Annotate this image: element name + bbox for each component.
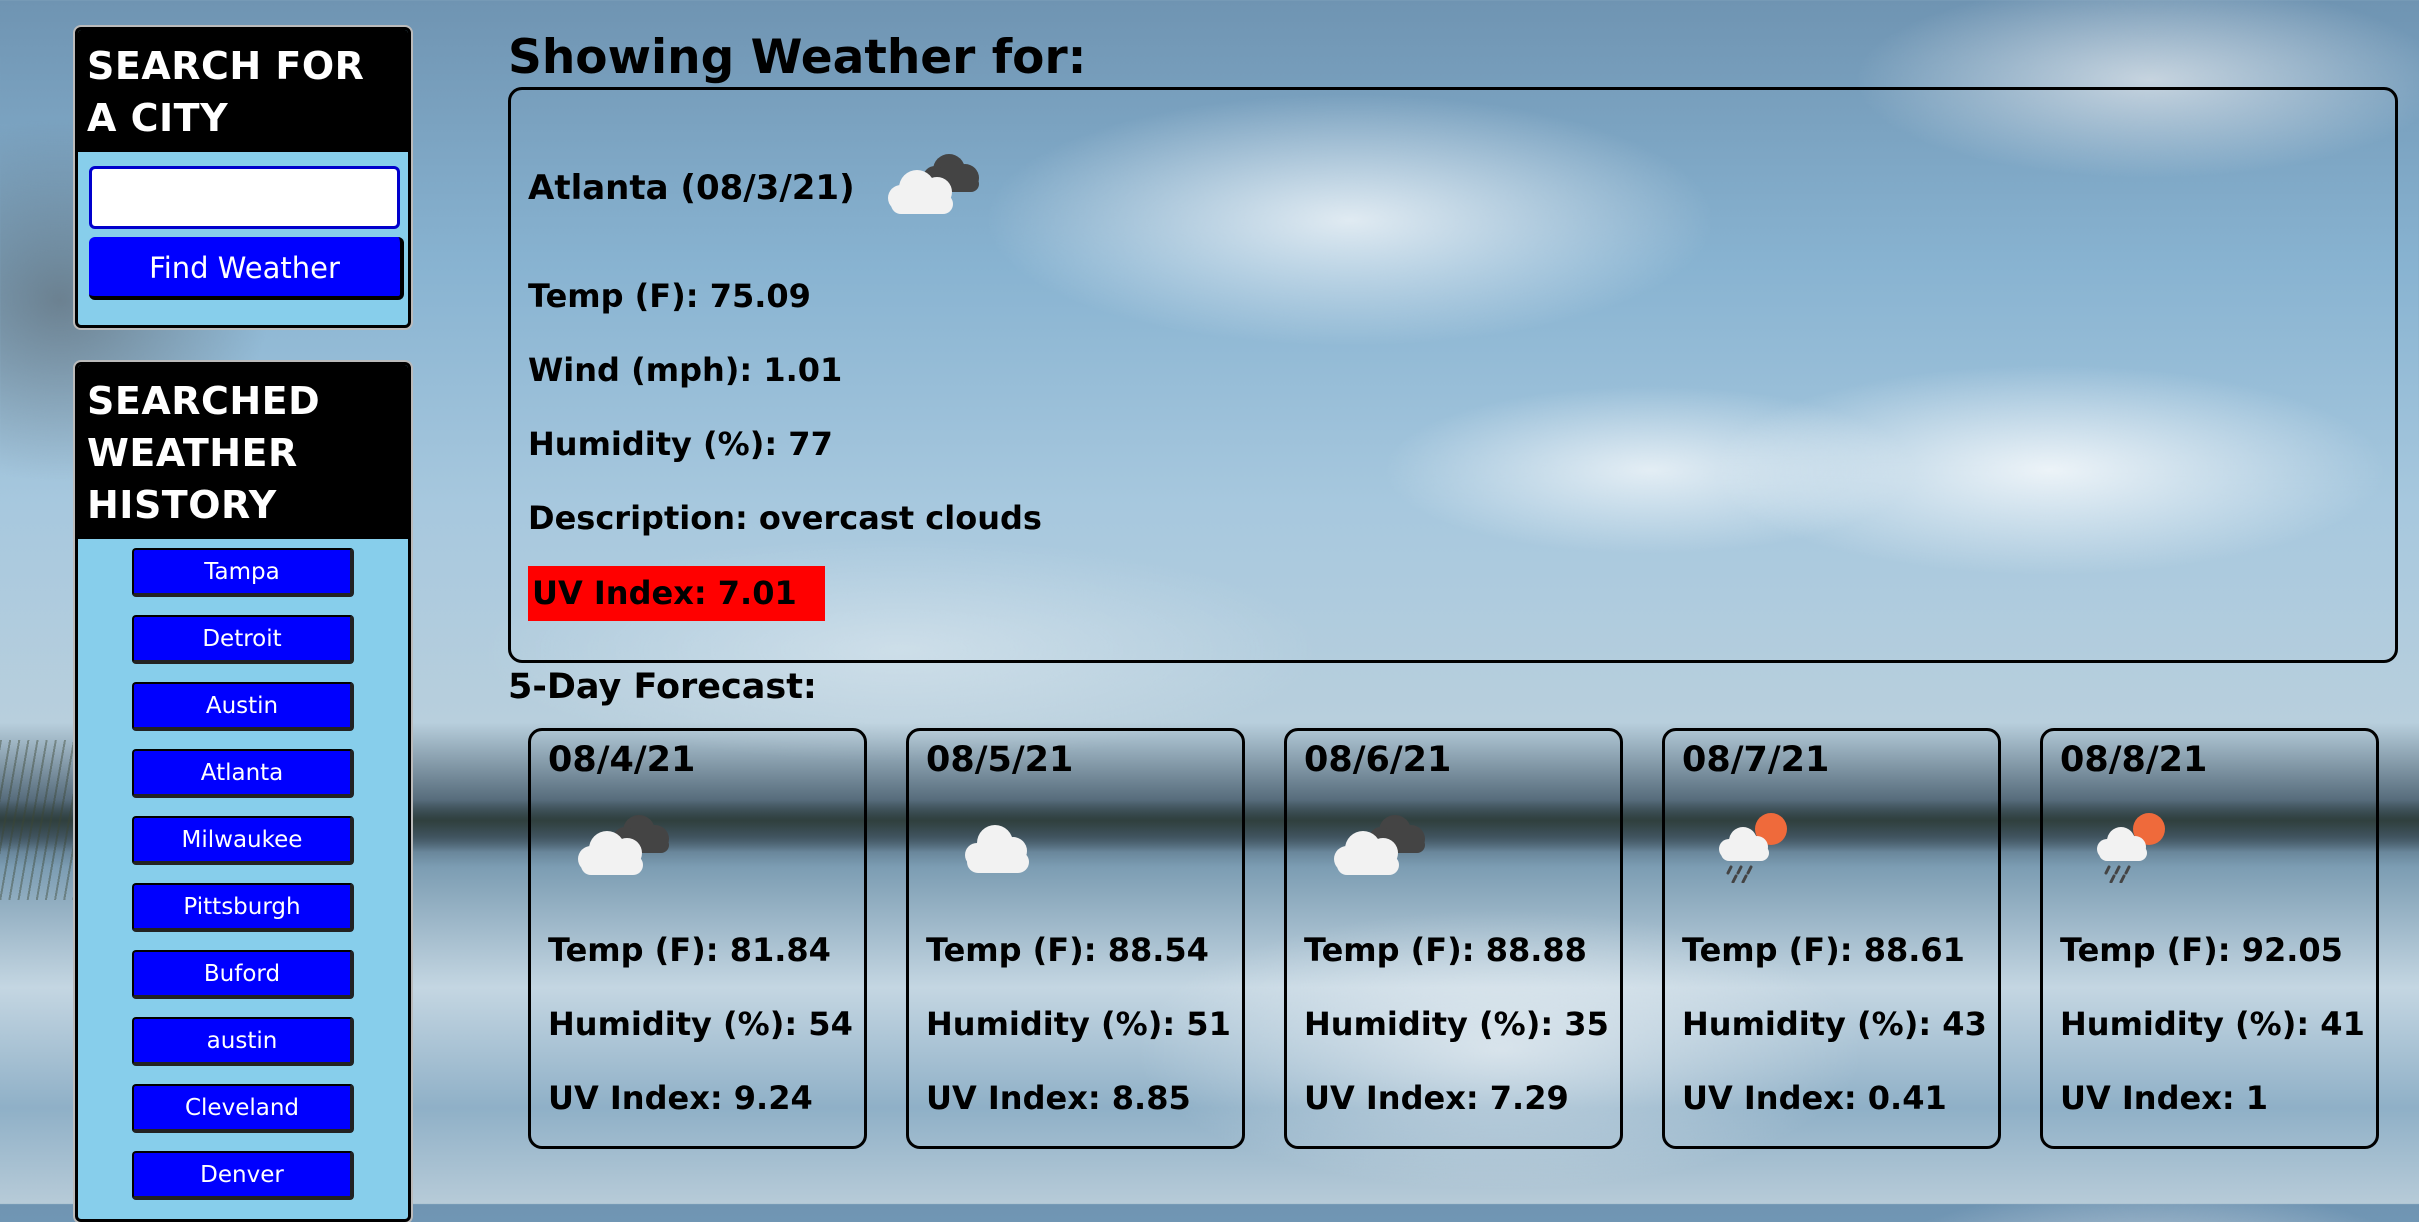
forecast-date: 08/6/21 bbox=[1304, 740, 1452, 780]
rain-sun-icon bbox=[2079, 803, 2189, 887]
current-weather-header: Atlanta (08/3/21) bbox=[528, 150, 987, 226]
forecast-uv: UV Index: 8.85 bbox=[926, 1079, 1191, 1117]
current-uv-badge: UV Index: 7.01 bbox=[528, 566, 825, 621]
history-item-button[interactable]: Atlanta bbox=[132, 749, 354, 798]
current-weather-card: Atlanta (08/3/21) Temp (F): 75.09 Wind (… bbox=[508, 87, 2398, 663]
forecast-date: 08/5/21 bbox=[926, 740, 1074, 780]
few-clouds-icon bbox=[945, 803, 1055, 887]
forecast-date: 08/8/21 bbox=[2060, 740, 2208, 780]
history-item-button[interactable]: Cleveland bbox=[132, 1084, 354, 1133]
background-reeds bbox=[0, 740, 80, 900]
forecast-uv: UV Index: 9.24 bbox=[548, 1079, 813, 1117]
forecast-card: 08/6/21 Temp (F): 88.88 Humidity (%): 35… bbox=[1284, 728, 1623, 1149]
broken-clouds-icon bbox=[567, 803, 677, 887]
forecast-title: 5-Day Forecast: bbox=[508, 667, 817, 707]
forecast-temp: Temp (F): 88.54 bbox=[926, 931, 1209, 969]
forecast-uv: UV Index: 1 bbox=[2060, 1079, 2269, 1117]
forecast-date: 08/7/21 bbox=[1682, 740, 1830, 780]
page-title: Showing Weather for: bbox=[508, 30, 1087, 85]
history-item-button[interactable]: Pittsburgh bbox=[132, 883, 354, 932]
forecast-card: 08/5/21 Temp (F): 88.54 Humidity (%): 51… bbox=[906, 728, 1245, 1149]
find-weather-button[interactable]: Find Weather bbox=[89, 237, 404, 300]
city-search-input[interactable] bbox=[89, 166, 400, 229]
forecast-temp: Temp (F): 92.05 bbox=[2060, 931, 2343, 969]
forecast-card: 08/8/21 Temp (F): 92.05 Humidity (%): 41… bbox=[2040, 728, 2379, 1149]
history-item-button[interactable]: Detroit bbox=[132, 615, 354, 664]
history-item-button[interactable]: Buford bbox=[132, 950, 354, 999]
forecast-card: 08/7/21 Temp (F): 88.61 Humidity (%): 43… bbox=[1662, 728, 2001, 1149]
current-description: Description: overcast clouds bbox=[528, 499, 1042, 537]
forecast-humidity: Humidity (%): 41 bbox=[2060, 1005, 2365, 1043]
forecast-humidity: Humidity (%): 43 bbox=[1682, 1005, 1987, 1043]
forecast-humidity: Humidity (%): 51 bbox=[926, 1005, 1231, 1043]
search-panel: SEARCH FOR A CITY Find Weather bbox=[75, 27, 411, 328]
history-list: Tampa Detroit Austin Atlanta Milwaukee P… bbox=[78, 539, 408, 1200]
forecast-uv: UV Index: 7.29 bbox=[1304, 1079, 1569, 1117]
current-wind: Wind (mph): 1.01 bbox=[528, 351, 843, 389]
forecast-uv: UV Index: 0.41 bbox=[1682, 1079, 1947, 1117]
broken-clouds-icon bbox=[1323, 803, 1433, 887]
forecast-temp: Temp (F): 81.84 bbox=[548, 931, 831, 969]
search-panel-title: SEARCH FOR A CITY bbox=[78, 30, 408, 152]
history-item-button[interactable]: Denver bbox=[132, 1151, 354, 1200]
history-item-button[interactable]: austin bbox=[132, 1017, 354, 1066]
forecast-date: 08/4/21 bbox=[548, 740, 696, 780]
history-panel: SEARCHED WEATHER HISTORY Tampa Detroit A… bbox=[75, 362, 411, 1222]
rain-sun-icon bbox=[1701, 803, 1811, 887]
history-panel-title: SEARCHED WEATHER HISTORY bbox=[78, 365, 408, 539]
history-item-button[interactable]: Austin bbox=[132, 682, 354, 731]
current-humidity: Humidity (%): 77 bbox=[528, 425, 833, 463]
forecast-card: 08/4/21 Temp (F): 81.84 Humidity (%): 54… bbox=[528, 728, 867, 1149]
current-temp: Temp (F): 75.09 bbox=[528, 277, 811, 315]
forecast-humidity: Humidity (%): 54 bbox=[548, 1005, 853, 1043]
forecast-humidity: Humidity (%): 35 bbox=[1304, 1005, 1609, 1043]
history-item-button[interactable]: Tampa bbox=[132, 548, 354, 597]
overcast-clouds-icon bbox=[877, 142, 987, 226]
forecast-temp: Temp (F): 88.88 bbox=[1304, 931, 1587, 969]
history-item-button[interactable]: Milwaukee bbox=[132, 816, 354, 865]
current-city-date: Atlanta (08/3/21) bbox=[528, 168, 855, 208]
forecast-temp: Temp (F): 88.61 bbox=[1682, 931, 1965, 969]
